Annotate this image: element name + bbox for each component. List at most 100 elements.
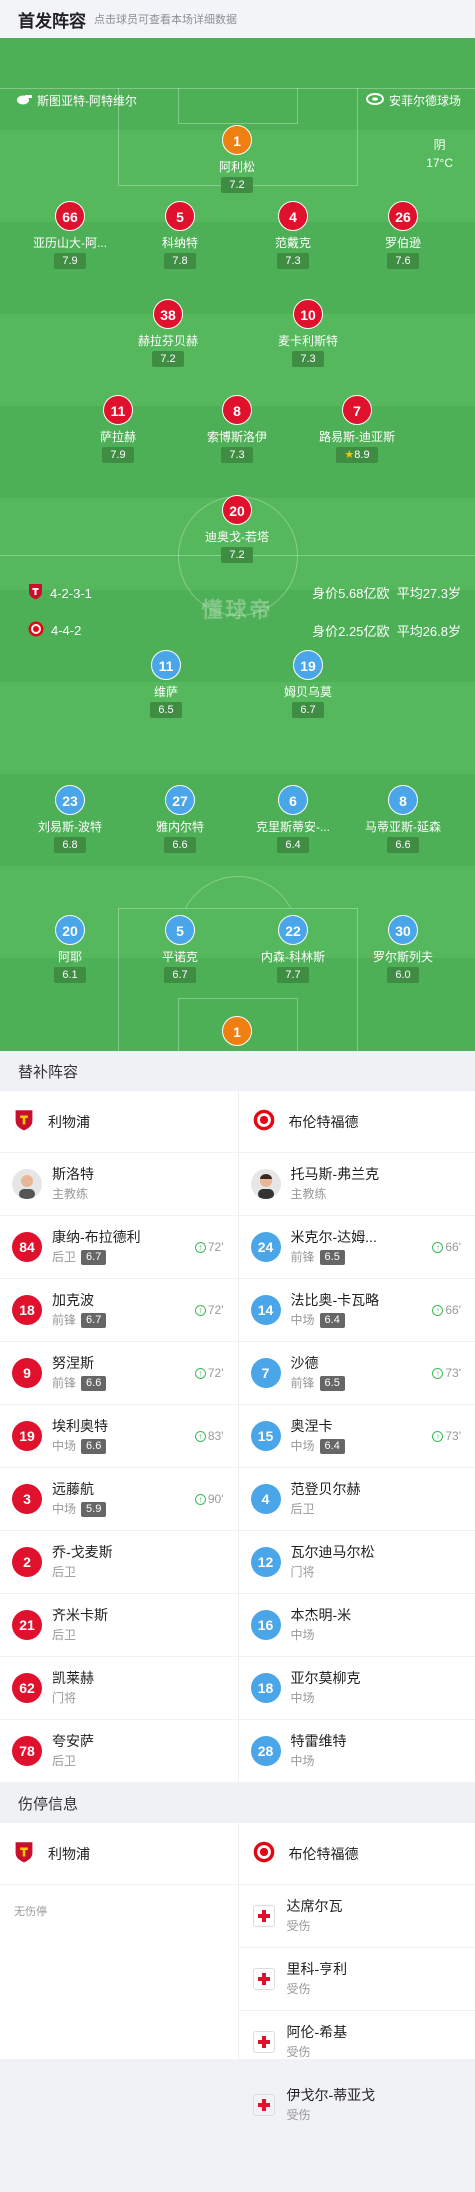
rating-value: 6.7 — [300, 704, 316, 716]
bench-player[interactable]: 21 齐米卡斯 后卫 — [0, 1594, 238, 1657]
sub-in-time: ↑ 66' — [432, 1240, 461, 1254]
coach-name: 斯洛特 — [52, 1166, 94, 1182]
bench-player[interactable]: 24 米克尔-达姆... 前锋 6.5 ↑ 66' — [238, 1216, 475, 1279]
bench-player[interactable]: 2 乔-戈麦斯 后卫 — [0, 1531, 238, 1594]
player-number: 2 — [12, 1547, 42, 1577]
player-name: 乔-戈麦斯 — [52, 1544, 113, 1560]
player-position: 中场 — [290, 1754, 315, 1768]
player-home[interactable]: 38 赫拉芬贝赫 7.2 — [112, 299, 224, 367]
injured-player[interactable]: 达席尔瓦 受伤 — [238, 1885, 475, 1948]
rating-value: 7.2 — [229, 179, 245, 191]
bench-player[interactable]: 19 埃利奥特 中场 6.6 ↑ 83' — [0, 1405, 238, 1468]
player-home[interactable]: 1 阿利松 7.2 — [181, 125, 293, 193]
away-coach[interactable]: 托马斯-弗兰克 主教练 — [238, 1153, 475, 1216]
player-rating: 6.7 — [81, 1312, 107, 1328]
sub-time: 72' — [207, 1366, 224, 1380]
sub-in-icon: ↑ — [194, 1430, 206, 1442]
player-meta: 中场 6.4 — [291, 1310, 380, 1330]
sub-time: 72' — [207, 1303, 224, 1317]
referee-name: 斯图亚特-阿特维尔 — [37, 94, 137, 108]
injured-player[interactable]: 阿伦-希基 受伤 — [238, 2011, 475, 2074]
away-team-header: 布伦特福德 — [238, 1823, 475, 1885]
player-position: 中场 — [290, 1313, 315, 1327]
injury-status: 受伤 — [286, 1919, 311, 1933]
player-meta: 中场 — [291, 1688, 361, 1708]
player-name: 克里斯蒂安-... — [256, 820, 330, 834]
rating-value: 7.3 — [285, 255, 301, 267]
player-away[interactable]: 30 罗尔斯列夫 6.0 — [347, 915, 459, 983]
bench-player[interactable]: 15 奥涅卡 中场 6.4 ↑ 73' — [238, 1405, 475, 1468]
player-away[interactable]: 27 雅内尔特 6.6 — [124, 785, 236, 853]
home-coach[interactable]: 斯洛特 主教练 — [0, 1153, 238, 1216]
coach-role: 主教练 — [290, 1187, 327, 1201]
player-number: 9 — [12, 1358, 42, 1388]
medical-cross-icon — [252, 2094, 275, 2116]
player-home[interactable]: 11 萨拉赫 7.9 — [62, 395, 174, 463]
player-away[interactable]: 1弗莱肯8.1 — [181, 1016, 293, 1051]
player-home[interactable]: 10 麦卡利斯特 7.3 — [252, 299, 364, 367]
sub-in-icon: ↑ — [432, 1304, 444, 1316]
bench-player[interactable]: 4 范登贝尔赫 后卫 — [238, 1468, 475, 1531]
player-number: 8 — [222, 395, 252, 425]
weather-text: 阴 — [433, 138, 446, 152]
player-number: 30 — [388, 915, 418, 945]
bench-player[interactable]: 18 亚尔莫柳克 中场 — [238, 1657, 475, 1720]
player-rating: 7.8 — [164, 253, 196, 269]
rating-value: 6.5 — [158, 704, 174, 716]
player-home[interactable]: 26 罗伯逊 7.6 — [347, 201, 459, 269]
player-position: 门将 — [290, 1565, 315, 1579]
player-away[interactable]: 19 姆贝乌莫 6.7 — [252, 650, 364, 718]
liverpool-logo-icon — [14, 1841, 34, 1866]
player-away[interactable]: 22 内森-科林斯 7.7 — [237, 915, 349, 983]
player-home[interactable]: 4 范戴克 7.3 — [237, 201, 349, 269]
player-name: 内森-科林斯 — [261, 950, 325, 964]
player-away[interactable]: 20 阿耶 6.1 — [14, 915, 126, 983]
player-number: 66 — [55, 201, 85, 231]
player-meta: 中场 6.4 — [291, 1436, 345, 1456]
rating-value: 7.2 — [160, 353, 176, 365]
bench-player[interactable]: 84 康纳-布拉德利 后卫 6.7 ↑ 72' — [0, 1216, 238, 1279]
bench-player[interactable]: 18 加克波 前锋 6.7 ↑ 72' — [0, 1279, 238, 1342]
player-home[interactable]: 5 科纳特 7.8 — [124, 201, 236, 269]
home-team-name: 利物浦 — [48, 1113, 90, 1130]
player-rating: 6.6 — [164, 837, 196, 853]
bench-player[interactable]: 78 夸安萨 后卫 — [0, 1720, 238, 1783]
rating-value: 8.9 — [354, 449, 370, 461]
bench-player[interactable]: 28 特雷维特 中场 — [238, 1720, 475, 1783]
bench-player[interactable]: 7 沙德 前锋 6.5 ↑ 73' — [238, 1342, 475, 1405]
player-name: 平诺克 — [161, 950, 198, 964]
bench-player[interactable]: 3 远藤航 中场 5.9 ↑ 90' — [0, 1468, 238, 1531]
player-meta: 前锋 6.5 — [291, 1373, 345, 1393]
player-away[interactable]: 6 克里斯蒂安-... 6.4 — [237, 785, 349, 853]
player-position: 前锋 — [52, 1376, 77, 1390]
player-away[interactable]: 11 维萨 6.5 — [110, 650, 222, 718]
player-name: 本杰明-米 — [290, 1607, 352, 1623]
player-away[interactable]: 23 刘易斯-波特 6.8 — [14, 785, 126, 853]
player-home[interactable]: 8 索博斯洛伊 7.3 — [181, 395, 293, 463]
player-rating: 6.5 — [319, 1249, 345, 1265]
player-meta: 中场 — [291, 1751, 347, 1771]
star-icon: ★ — [344, 449, 355, 461]
player-number: 11 — [151, 650, 181, 680]
bench-player[interactable]: 12 瓦尔迪马尔松 门将 — [238, 1531, 475, 1594]
player-away[interactable]: 5 平诺克 6.7 — [124, 915, 236, 983]
injured-player[interactable]: 伊戈尔-蒂亚戈 受伤 — [238, 2074, 475, 2137]
player-name: 米克尔-达姆... — [290, 1229, 377, 1245]
player-home[interactable]: 66 亚历山大-阿... 7.9 — [14, 201, 126, 269]
player-position: 前锋 — [52, 1313, 77, 1327]
player-name: 伊戈尔-蒂亚戈 — [286, 2087, 376, 2103]
player-rating: 7.3 — [221, 447, 253, 463]
bench-player[interactable]: 16 本杰明-米 中场 — [238, 1594, 475, 1657]
sub-in-icon: ↑ — [194, 1367, 206, 1379]
player-number: 1 — [222, 1016, 252, 1046]
player-position: 后卫 — [52, 1628, 77, 1642]
bench-player[interactable]: 9 努涅斯 前锋 6.6 ↑ 72' — [0, 1342, 238, 1405]
bench-player[interactable]: 62 凯莱赫 门将 — [0, 1657, 238, 1720]
player-home[interactable]: 20 迪奥戈-若塔 7.2 — [181, 495, 293, 563]
player-away[interactable]: 8 马蒂亚斯-延森 6.6 — [347, 785, 459, 853]
injured-player[interactable]: 里科-亨利 受伤 — [238, 1948, 475, 2011]
player-name: 范登贝尔赫 — [290, 1481, 361, 1497]
bench-player[interactable]: 14 法比奥-卡瓦略 中场 6.4 ↑ 66' — [238, 1279, 475, 1342]
player-home[interactable]: 7 路易斯-迪亚斯 ★8.9 — [301, 395, 413, 463]
player-position: 中场 — [290, 1439, 315, 1453]
